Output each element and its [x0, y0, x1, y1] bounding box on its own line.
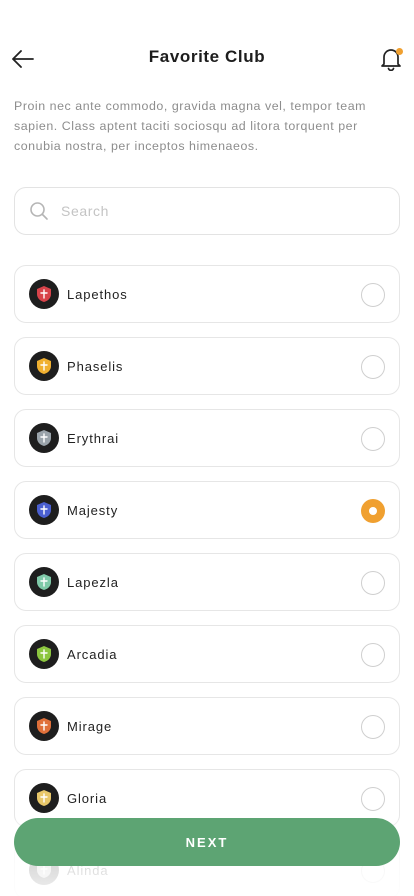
club-list: Lapethos Phaselis Erythrai Majesty Lapez… [14, 265, 400, 896]
club-crest-icon [29, 783, 59, 813]
club-crest-icon [29, 279, 59, 309]
club-crest-icon [29, 423, 59, 453]
club-item[interactable]: Erythrai [14, 409, 400, 467]
club-name: Mirage [67, 718, 113, 734]
intro-text: Proin nec ante commodo, gravida magna ve… [14, 99, 367, 153]
club-radio[interactable] [361, 283, 385, 307]
club-radio[interactable] [361, 427, 385, 451]
club-item[interactable]: Majesty [14, 481, 400, 539]
club-name: Lapethos [67, 286, 128, 302]
notification-badge [396, 48, 403, 55]
club-name: Arcadia [67, 646, 118, 662]
club-crest-icon [29, 567, 59, 597]
club-name: Gloria [67, 790, 108, 806]
club-crest-icon [29, 711, 59, 741]
club-item[interactable]: Phaselis [14, 337, 400, 395]
club-radio[interactable] [361, 499, 385, 523]
search-box[interactable] [14, 187, 400, 235]
club-radio[interactable] [361, 643, 385, 667]
notifications-button[interactable] [380, 45, 404, 71]
club-name: Lapezla [67, 574, 119, 590]
club-name: Erythrai [67, 430, 119, 446]
club-radio[interactable] [361, 715, 385, 739]
club-radio[interactable] [361, 355, 385, 379]
search-icon [30, 202, 48, 220]
club-radio[interactable] [361, 787, 385, 811]
club-crest-icon [29, 495, 59, 525]
club-crest-icon [29, 351, 59, 381]
club-name: Majesty [67, 502, 119, 518]
club-item[interactable]: Lapethos [14, 265, 400, 323]
page-title: Favorite Club [148, 47, 266, 66]
club-item[interactable]: Arcadia [14, 625, 400, 683]
club-name: Phaselis [67, 358, 124, 374]
next-button[interactable]: NEXT [14, 818, 400, 866]
club-item[interactable]: Mirage [14, 697, 400, 755]
club-item[interactable]: Lapezla [14, 553, 400, 611]
search-input[interactable] [61, 203, 361, 219]
club-crest-icon [29, 639, 59, 669]
club-radio[interactable] [361, 571, 385, 595]
